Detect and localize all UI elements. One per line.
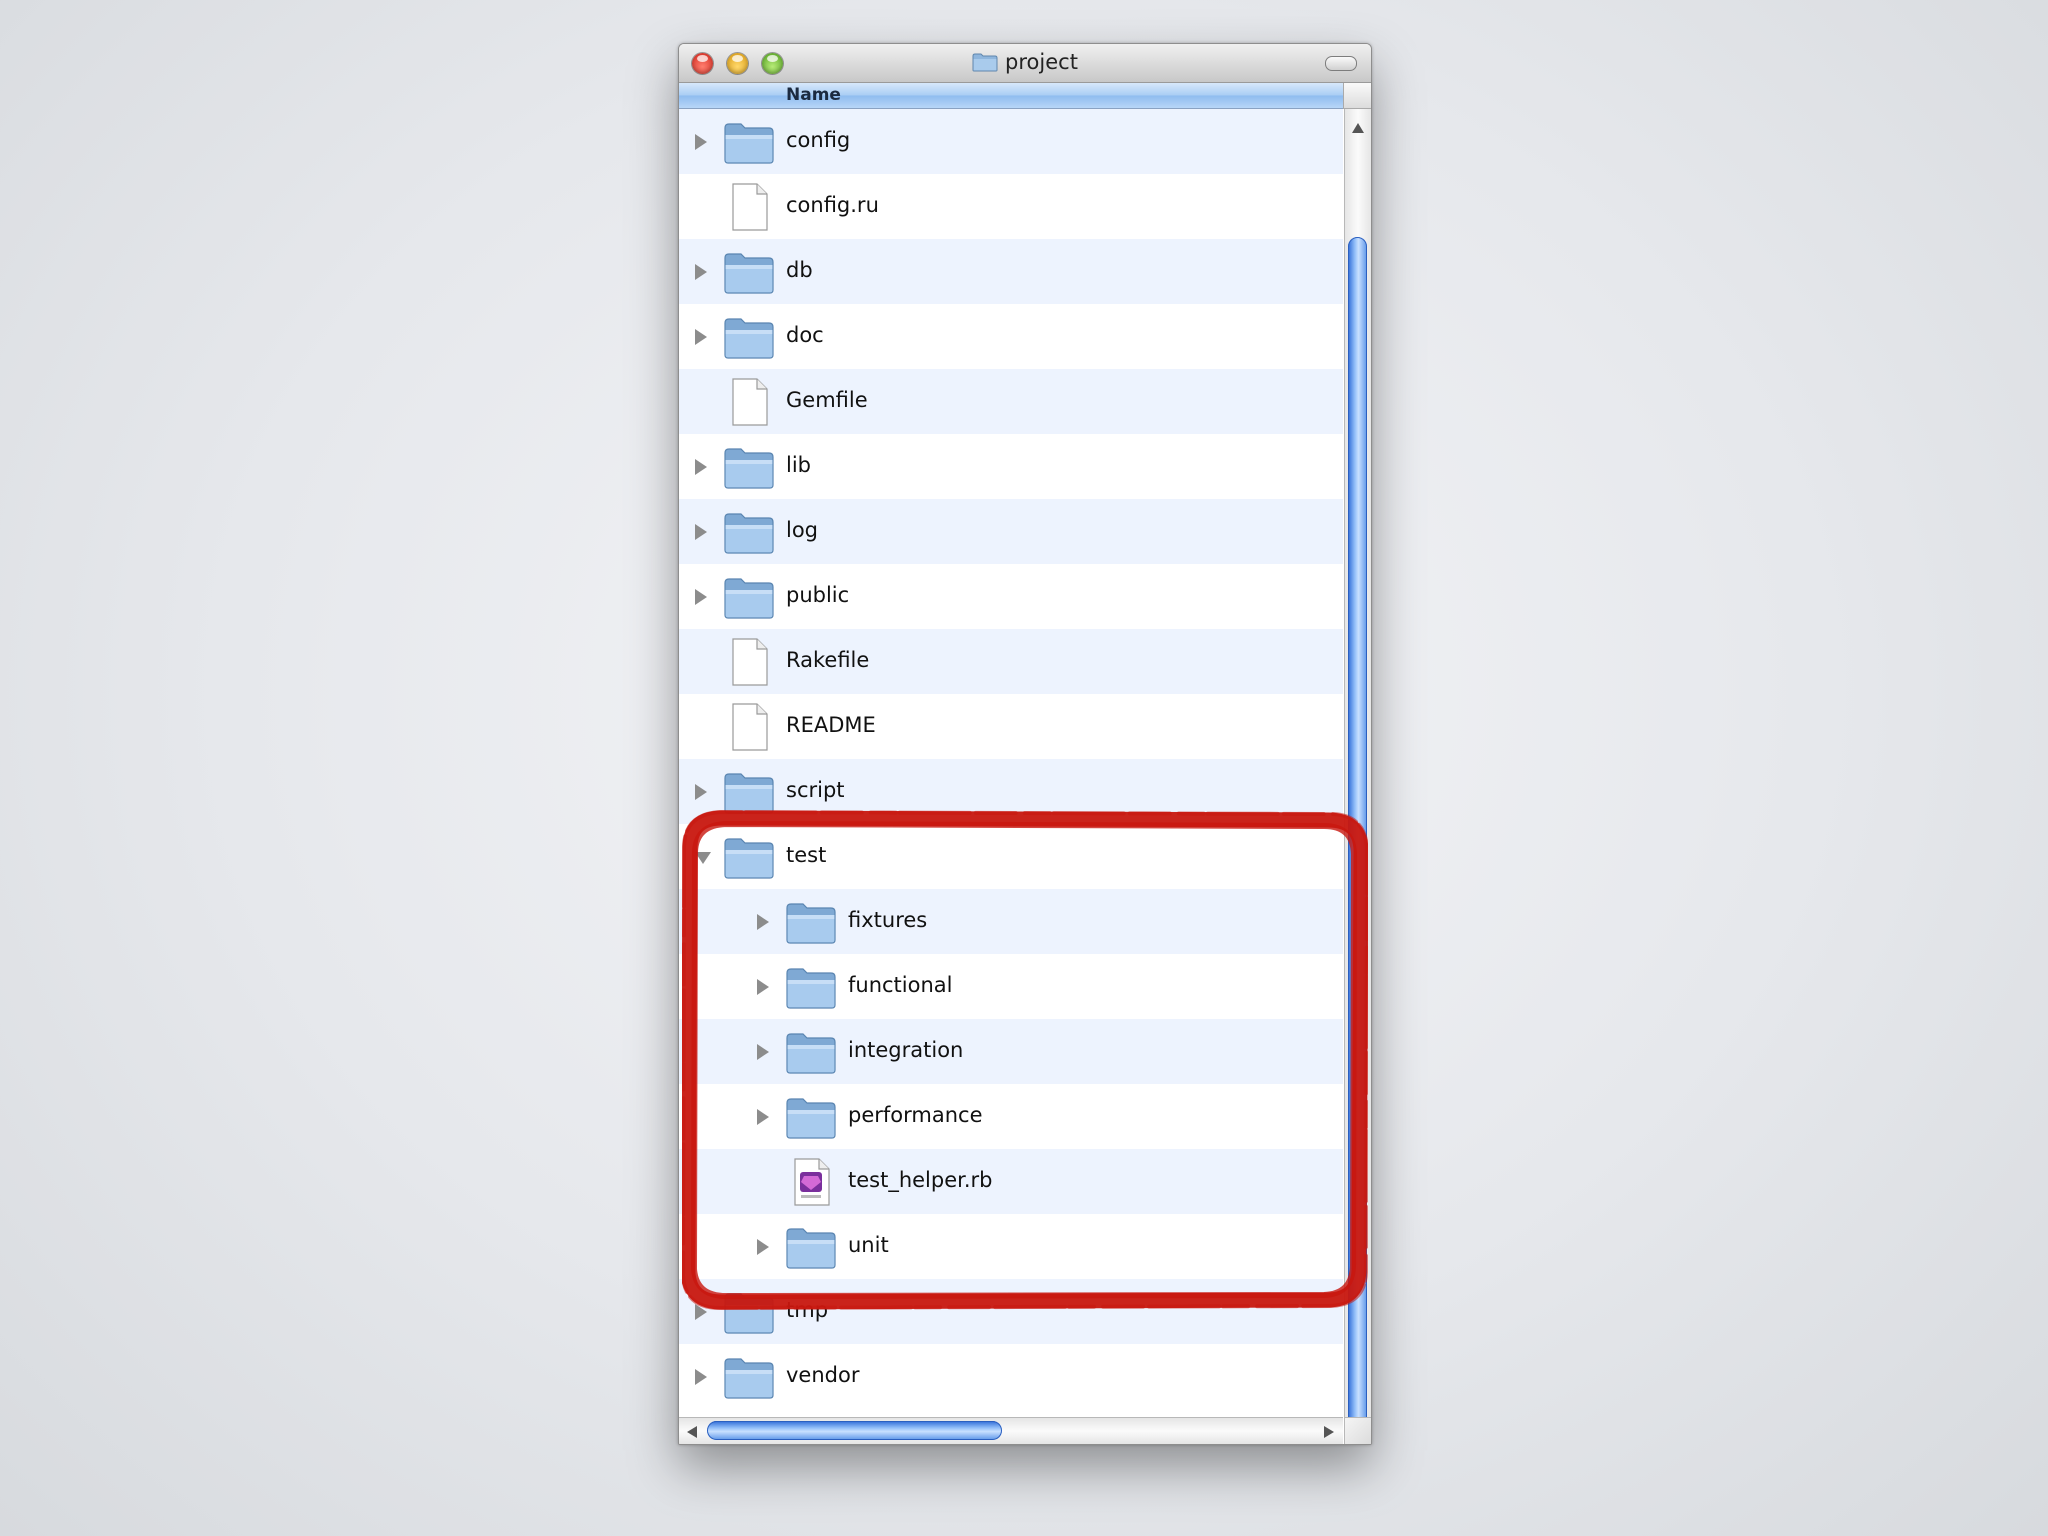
ruby-file-icon xyxy=(785,1158,837,1206)
vertical-scroll-thumb[interactable] xyxy=(1348,237,1367,1435)
document-icon xyxy=(723,638,775,686)
toolbar-toggle-button[interactable] xyxy=(1325,56,1357,71)
resize-grip[interactable] xyxy=(1344,1417,1371,1444)
column-header-filler xyxy=(1343,83,1371,109)
disclosure-triangle-closed-icon[interactable] xyxy=(695,134,707,150)
vertical-scrollbar[interactable] xyxy=(1344,109,1371,1444)
disclosure-triangle-closed-icon[interactable] xyxy=(695,329,707,345)
folder-icon xyxy=(785,1028,837,1076)
file-name: Rakefile xyxy=(786,648,870,672)
list-item[interactable]: README xyxy=(679,694,1343,759)
window-title-group: project xyxy=(679,50,1371,74)
document-icon xyxy=(723,378,775,426)
disclosure-triangle-closed-icon[interactable] xyxy=(695,264,707,280)
file-name: Gemfile xyxy=(786,388,868,412)
folder-icon xyxy=(723,313,775,361)
file-name: README xyxy=(786,713,876,737)
file-name: config xyxy=(786,128,851,152)
list-item[interactable]: doc xyxy=(679,304,1343,369)
list-item[interactable]: test_helper.rb xyxy=(679,1149,1343,1214)
file-name: public xyxy=(786,583,850,607)
folder-icon xyxy=(723,573,775,621)
folder-icon xyxy=(723,768,775,816)
folder-icon xyxy=(723,508,775,556)
document-icon xyxy=(723,183,775,231)
file-name: log xyxy=(786,518,819,542)
list-item[interactable]: test xyxy=(679,824,1343,889)
file-name: script xyxy=(786,778,845,802)
file-name: performance xyxy=(848,1103,983,1127)
folder-icon xyxy=(723,443,775,491)
list-item[interactable]: db xyxy=(679,239,1343,304)
disclosure-triangle-closed-icon[interactable] xyxy=(757,1239,769,1255)
disclosure-triangle-closed-icon[interactable] xyxy=(695,1304,707,1320)
finder-window: project Name config config.ru db doc Gemfile… xyxy=(678,43,1372,1445)
folder-icon xyxy=(785,963,837,1011)
column-header-name[interactable]: Name xyxy=(679,83,1343,109)
list-item[interactable]: public xyxy=(679,564,1343,629)
file-name: functional xyxy=(848,973,953,997)
file-list: config config.ru db doc Gemfile lib log public R… xyxy=(679,109,1343,1444)
list-item[interactable]: config.ru xyxy=(679,174,1343,239)
list-item[interactable]: script xyxy=(679,759,1343,824)
title-folder-icon xyxy=(972,53,998,72)
scroll-up-arrow-icon[interactable] xyxy=(1352,123,1364,133)
file-name: db xyxy=(786,258,813,282)
list-item[interactable]: log xyxy=(679,499,1343,564)
folder-icon xyxy=(723,1353,775,1401)
list-item[interactable]: performance xyxy=(679,1084,1343,1149)
file-name: tmp xyxy=(786,1298,829,1322)
disclosure-triangle-closed-icon[interactable] xyxy=(695,1369,707,1385)
file-name: test xyxy=(786,843,827,867)
folder-icon xyxy=(723,833,775,881)
file-name: integration xyxy=(848,1038,964,1062)
file-name: doc xyxy=(786,323,824,347)
list-item[interactable]: tmp xyxy=(679,1279,1343,1344)
column-header-label: Name xyxy=(786,85,841,105)
file-name: test_helper.rb xyxy=(848,1168,993,1192)
folder-icon xyxy=(785,1093,837,1141)
disclosure-triangle-closed-icon[interactable] xyxy=(757,1044,769,1060)
folder-icon xyxy=(785,1223,837,1271)
file-name: fixtures xyxy=(848,908,928,932)
disclosure-triangle-closed-icon[interactable] xyxy=(757,1109,769,1125)
list-item[interactable]: functional xyxy=(679,954,1343,1019)
window-title: project xyxy=(1005,50,1078,74)
document-icon xyxy=(723,703,775,751)
folder-icon xyxy=(723,118,775,166)
list-item[interactable]: vendor xyxy=(679,1344,1343,1409)
horizontal-scrollbar[interactable] xyxy=(679,1417,1343,1444)
disclosure-triangle-open-icon[interactable] xyxy=(695,852,711,864)
folder-icon xyxy=(723,1288,775,1336)
disclosure-triangle-closed-icon[interactable] xyxy=(695,589,707,605)
list-item[interactable]: lib xyxy=(679,434,1343,499)
list-item[interactable]: integration xyxy=(679,1019,1343,1084)
list-item[interactable]: config xyxy=(679,109,1343,174)
file-name: vendor xyxy=(786,1363,860,1387)
file-name: unit xyxy=(848,1233,889,1257)
list-item[interactable]: fixtures xyxy=(679,889,1343,954)
disclosure-triangle-closed-icon[interactable] xyxy=(695,784,707,800)
folder-icon xyxy=(785,898,837,946)
title-bar[interactable]: project xyxy=(679,44,1371,83)
file-name: lib xyxy=(786,453,811,477)
list-item[interactable]: unit xyxy=(679,1214,1343,1279)
list-item[interactable]: Gemfile xyxy=(679,369,1343,434)
list-item[interactable]: Rakefile xyxy=(679,629,1343,694)
disclosure-triangle-closed-icon[interactable] xyxy=(695,459,707,475)
horizontal-scroll-thumb[interactable] xyxy=(707,1421,1002,1440)
scroll-left-arrow-icon[interactable] xyxy=(687,1426,697,1438)
folder-icon xyxy=(723,248,775,296)
disclosure-triangle-closed-icon[interactable] xyxy=(757,914,769,930)
file-name: config.ru xyxy=(786,193,879,217)
disclosure-triangle-closed-icon[interactable] xyxy=(695,524,707,540)
disclosure-triangle-closed-icon[interactable] xyxy=(757,979,769,995)
scroll-right-arrow-icon[interactable] xyxy=(1324,1426,1334,1438)
